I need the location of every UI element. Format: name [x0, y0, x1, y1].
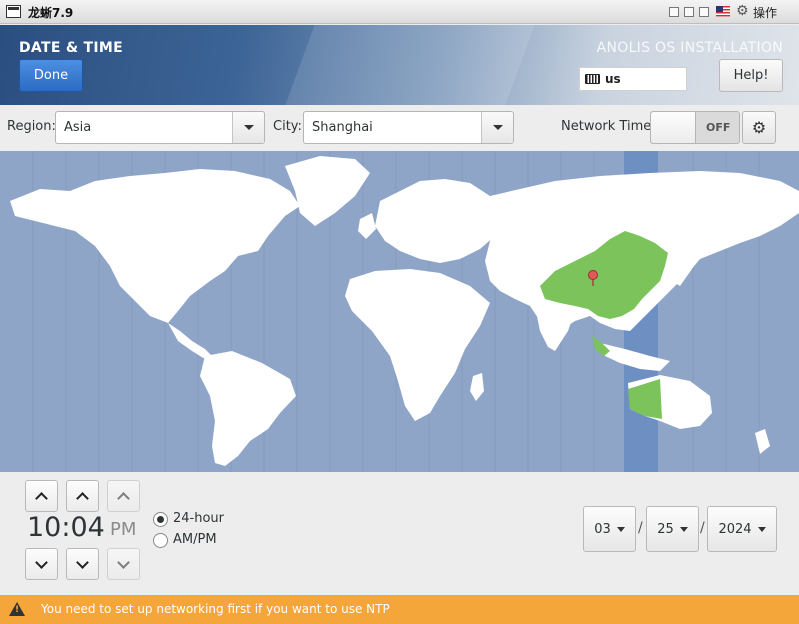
chevron-down-icon[interactable]	[232, 112, 264, 143]
minutes-value: 04	[70, 512, 105, 543]
warning-text: You need to set up networking first if y…	[41, 602, 390, 616]
us-flag-icon[interactable]	[716, 6, 730, 17]
warning-icon	[9, 602, 25, 616]
gear-icon: ⚙	[751, 118, 767, 137]
day-value: 25	[657, 521, 674, 537]
vm-titlebar: 龙蜥7.9 ⚙ 操作	[0, 0, 799, 24]
chevron-up-icon	[117, 491, 130, 505]
ampm-value: PM	[110, 519, 137, 540]
minute-up-button[interactable]	[66, 480, 99, 512]
window-title: 龙蜥7.9	[28, 6, 74, 20]
spoke-header: DATE & TIME Done ANOLIS OS INSTALLATION …	[0, 25, 799, 105]
warning-bar: You need to set up networking first if y…	[0, 595, 799, 624]
hour-up-button[interactable]	[25, 480, 58, 512]
network-time-toggle[interactable]: OFF	[650, 111, 740, 144]
time-display: 10:04	[27, 512, 105, 543]
format-ampm-radio[interactable]	[153, 533, 168, 548]
year-dropdown[interactable]: 2024	[707, 506, 777, 552]
chevron-up-icon	[35, 491, 48, 505]
city-label: City:	[273, 119, 302, 134]
date-separator: /	[700, 520, 705, 536]
gear-icon[interactable]: ⚙	[736, 3, 749, 19]
keyboard-indicator[interactable]: us	[579, 67, 687, 91]
chevron-down-icon	[679, 526, 688, 532]
network-time-label: Network Time	[561, 119, 652, 134]
chevron-down-icon	[76, 555, 89, 569]
chevron-down-icon[interactable]	[481, 112, 513, 143]
hour-down-button[interactable]	[25, 548, 58, 580]
city-value: Shanghai	[312, 120, 373, 135]
region-label: Region:	[7, 119, 56, 134]
action-menu[interactable]: 操作	[753, 4, 777, 21]
date-separator: /	[638, 520, 643, 536]
chevron-down-icon	[35, 555, 48, 569]
close-icon[interactable]	[699, 7, 709, 17]
keyboard-icon	[585, 74, 600, 84]
keyboard-layout-label: us	[605, 72, 621, 86]
chevron-down-icon	[117, 555, 130, 569]
format-24h-radio[interactable]	[153, 512, 168, 527]
timezone-map[interactable]	[0, 151, 799, 472]
ampm-up-button[interactable]	[107, 480, 140, 512]
app-icon	[6, 5, 21, 18]
hours-value: 10	[27, 512, 62, 543]
chevron-down-icon	[616, 526, 625, 532]
month-value: 03	[594, 521, 611, 537]
year-value: 2024	[718, 521, 752, 537]
toggle-state: OFF	[706, 121, 731, 134]
city-dropdown[interactable]: Shanghai	[303, 111, 514, 144]
chevron-up-icon	[76, 491, 89, 505]
ampm-down-button[interactable]	[107, 548, 140, 580]
minimize-icon[interactable]	[669, 7, 679, 17]
maximize-icon[interactable]	[684, 7, 694, 17]
page-title: DATE & TIME	[19, 40, 123, 56]
ntp-settings-button[interactable]: ⚙	[742, 111, 776, 144]
month-dropdown[interactable]: 03	[583, 506, 636, 552]
toggle-knob[interactable]	[651, 112, 696, 143]
format-24h-label[interactable]: 24-hour	[173, 511, 224, 526]
format-ampm-label[interactable]: AM/PM	[173, 532, 217, 547]
chevron-down-icon	[757, 526, 766, 532]
region-dropdown[interactable]: Asia	[55, 111, 265, 144]
minute-down-button[interactable]	[66, 548, 99, 580]
region-value: Asia	[64, 120, 92, 135]
product-title: ANOLIS OS INSTALLATION	[596, 40, 783, 56]
done-button[interactable]: Done	[19, 59, 83, 92]
day-dropdown[interactable]: 25	[646, 506, 699, 552]
help-button[interactable]: Help!	[719, 59, 783, 92]
